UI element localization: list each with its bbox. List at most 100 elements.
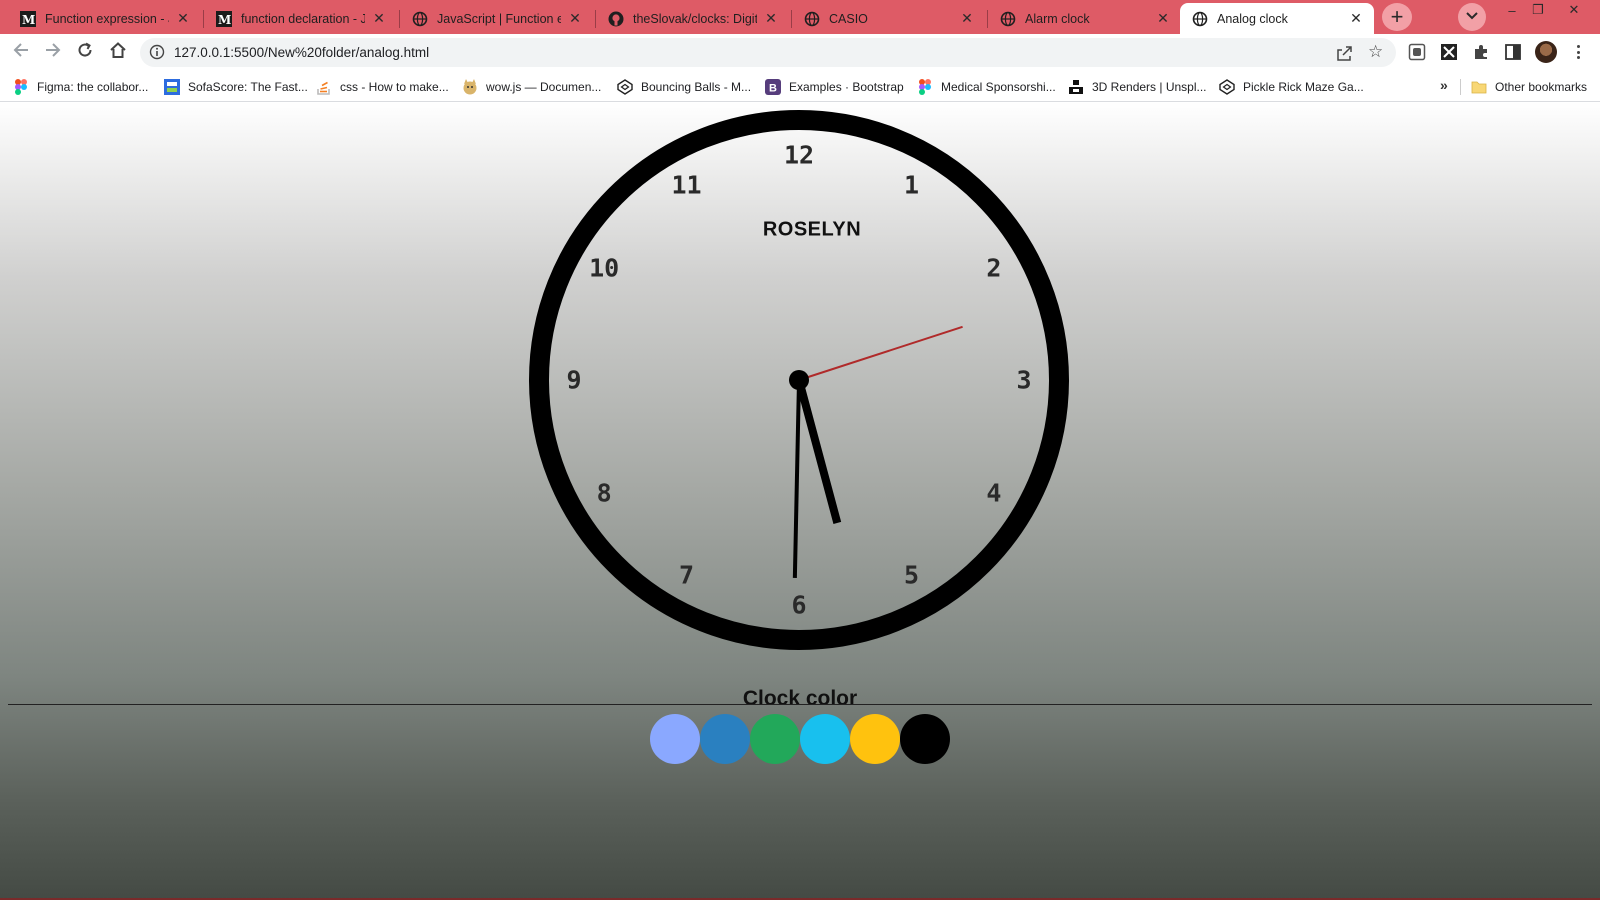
close-tab-icon[interactable]: ✕ (763, 10, 779, 27)
bookmark-label: css - How to make... (340, 80, 449, 94)
extension-icon[interactable] (1408, 43, 1426, 61)
puzzle-icon[interactable] (1472, 43, 1490, 61)
figma-icon (13, 79, 29, 95)
mdn-icon: M (20, 10, 36, 27)
reload-button[interactable] (71, 38, 99, 66)
arrow-right-icon (44, 41, 62, 64)
bookmark-item[interactable]: Pickle Rick Maze Ga... (1219, 77, 1364, 97)
clock-face (529, 110, 1069, 650)
color-swatch-amber[interactable] (850, 714, 900, 764)
bookmark-label: 3D Renders | Unspl... (1092, 80, 1207, 94)
color-swatch-sky-blue[interactable] (800, 714, 850, 764)
bookmark-label: Medical Sponsorshi... (941, 80, 1056, 94)
clock-numeral-4: 4 (986, 478, 1002, 507)
close-tab-icon[interactable]: ✕ (1348, 10, 1364, 27)
globe-icon (1000, 11, 1016, 27)
address-bar[interactable]: 127.0.0.1:5500/New%20folder/analog.html … (140, 38, 1396, 67)
svg-text:M: M (218, 13, 231, 27)
unsplash-icon (1068, 79, 1084, 95)
tab-analog-clock[interactable]: Analog clock ✕ (1180, 3, 1374, 34)
color-swatch-steel-blue[interactable] (700, 714, 750, 764)
clock-numeral-3: 3 (1016, 365, 1032, 395)
bookmark-item[interactable]: Medical Sponsorshi... (917, 77, 1056, 97)
back-button[interactable] (7, 38, 35, 66)
browser-toolbar: 127.0.0.1:5500/New%20folder/analog.html … (0, 34, 1600, 71)
tab-strip: M Function expression - JavaScript | MDN… (0, 0, 1600, 34)
bookmark-item[interactable]: SofaScore: The Fast... (164, 77, 308, 97)
divider (8, 704, 1592, 705)
tab-function-declaration[interactable]: M function declaration - JavaScript | MD… (204, 3, 397, 34)
second-hand (798, 325, 963, 381)
bookmark-item[interactable]: css - How to make... (316, 77, 449, 97)
bookmark-label: Pickle Rick Maze Ga... (1243, 80, 1364, 94)
reload-icon (76, 41, 94, 64)
home-button[interactable] (104, 38, 132, 66)
page-viewport: 12 1 2 3 4 5 6 7 8 9 10 11 ROSELYN Clock color (0, 102, 1600, 900)
bootstrap-icon: B (765, 79, 781, 95)
clock-numeral-1: 1 (903, 170, 920, 200)
tab-github-clocks[interactable]: theSlovak/clocks: Digital ✕ (596, 3, 789, 34)
color-swatch-black[interactable] (900, 714, 950, 764)
url-text[interactable]: 127.0.0.1:5500/New%20folder/analog.html (174, 45, 429, 60)
share-icon[interactable] (1336, 44, 1354, 67)
bookmark-item[interactable]: Bouncing Balls - M... (617, 77, 751, 97)
tab-title: Analog clock (1217, 11, 1288, 26)
clock-numeral-12: 12 (783, 140, 815, 170)
globe-icon (1192, 11, 1208, 27)
close-tab-icon[interactable]: ✕ (959, 10, 975, 27)
tab-title: Alarm clock (1025, 11, 1090, 26)
svg-text:B: B (769, 83, 777, 95)
bookmark-item[interactable]: 3D Renders | Unspl... (1068, 77, 1207, 97)
close-tab-icon[interactable]: ✕ (1155, 10, 1171, 27)
mdn-icon: M (216, 10, 232, 27)
bookmark-label: wow.js — Documen... (486, 80, 602, 94)
codepen-icon (1219, 79, 1235, 95)
bookmark-label: Bouncing Balls - M... (641, 80, 752, 94)
forward-button[interactable] (39, 38, 67, 66)
clock-numeral-5: 5 (903, 560, 920, 590)
tab-title: JavaScript | Function expression (437, 11, 561, 26)
close-window-button[interactable]: ✕ (1559, 0, 1589, 20)
globe-icon (412, 11, 428, 27)
doge-icon (462, 79, 478, 95)
tab-title: CASIO (829, 11, 868, 26)
tab-alarm-clock[interactable]: Alarm clock ✕ (988, 3, 1181, 34)
star-icon[interactable]: ☆ (1368, 42, 1383, 62)
tab-function-expression[interactable]: M Function expression - JavaScript | MDN… (8, 3, 201, 34)
bookmark-label: SofaScore: The Fast... (188, 80, 308, 94)
close-tab-icon[interactable]: ✕ (567, 10, 583, 27)
tab-title: function declaration - JavaScript | MDN (241, 11, 365, 26)
color-swatch-green[interactable] (750, 714, 800, 764)
close-tab-icon[interactable]: ✕ (175, 10, 191, 27)
clock-numeral-9: 9 (566, 365, 582, 395)
clock-hands-layer (789, 325, 963, 578)
side-panel-icon[interactable] (1504, 43, 1522, 61)
folder-icon (1471, 79, 1487, 95)
sofascore-icon (164, 79, 180, 95)
bookmark-item[interactable]: wow.js — Documen... (462, 77, 601, 97)
avatar[interactable] (1535, 41, 1557, 63)
close-tab-icon[interactable]: ✕ (371, 10, 387, 27)
hour-hand (795, 378, 842, 524)
tab-title: Function expression - JavaScript | MDN (45, 11, 169, 26)
restore-button[interactable]: ❐ (1523, 0, 1553, 20)
bookmark-divider (1460, 79, 1461, 95)
extension-icon[interactable] (1440, 43, 1458, 61)
svg-text:M: M (22, 13, 35, 27)
tab-casio[interactable]: CASIO ✕ (792, 3, 985, 34)
bookmark-item[interactable]: B Examples · Bootstrap (765, 77, 904, 97)
globe-icon (804, 11, 820, 27)
tab-javascript-function-expression[interactable]: JavaScript | Function expression ✕ (400, 3, 593, 34)
more-menu-icon[interactable] (1570, 42, 1586, 62)
clock-center-pin (789, 370, 809, 390)
other-bookmarks[interactable]: Other bookmarks (1471, 77, 1587, 97)
bookmark-item[interactable]: Figma: the collabor... (13, 77, 148, 97)
bookmark-label: Figma: the collabor... (37, 80, 149, 94)
clock-numeral-8: 8 (596, 478, 612, 507)
color-swatches (650, 714, 950, 764)
new-tab-button[interactable]: + (1382, 3, 1412, 31)
bookmarks-overflow-button[interactable]: » (1440, 77, 1448, 93)
info-icon[interactable] (149, 44, 165, 60)
tab-search-button[interactable] (1458, 3, 1486, 31)
color-swatch-light-blue[interactable] (650, 714, 700, 764)
